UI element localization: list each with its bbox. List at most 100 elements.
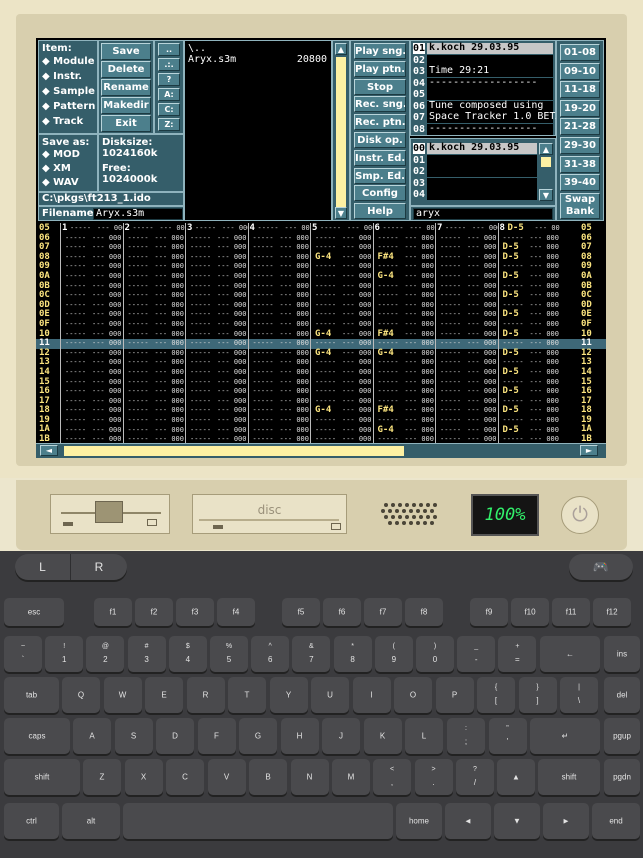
control-rec-sng-button[interactable]: Rec. sng.	[354, 96, 406, 113]
pattern-cell[interactable]: ----- --- 000	[315, 301, 372, 311]
pattern-cell[interactable]: ----- --- 000	[440, 330, 497, 340]
file-item-name[interactable]: Aryx.s3m	[188, 54, 236, 65]
pattern-cell[interactable]: ----- --- 000	[378, 358, 435, 368]
pattern-cell[interactable]: D-5 --- 000	[503, 271, 560, 282]
pattern-cell[interactable]: ----- --- 000	[190, 387, 247, 397]
pattern-cell[interactable]: ----- --- 000	[65, 426, 122, 436]
pattern-cell[interactable]: ----- --- 000	[253, 301, 310, 311]
pattern-cell[interactable]: ----- --- 000	[195, 224, 248, 234]
key-num-5[interactable]: % 5	[210, 636, 248, 672]
channel-1[interactable]: 1-------- 000-------- 000-------- 000---…	[60, 223, 123, 446]
save-as-wav[interactable]: ◆ WAV	[42, 177, 79, 188]
pattern-cell[interactable]: ----- --- 000	[190, 339, 247, 349]
pattern-cell[interactable]: ----- --- 000	[65, 368, 122, 378]
pattern-cell[interactable]: ----- --- 000	[65, 339, 122, 349]
file-list-scrollbar[interactable]: ▲ ▼	[332, 40, 350, 221]
pattern-cell[interactable]: ----- --- 000	[440, 416, 497, 426]
pattern-cell[interactable]: ----- --- 000	[65, 406, 122, 416]
pattern-cell[interactable]: G-4 --- 000	[378, 271, 435, 282]
pattern-cell[interactable]: ----- --- 000	[315, 416, 372, 426]
pattern-cell[interactable]: D-5 --- 000	[503, 367, 560, 378]
control-instr-ed-button[interactable]: Instr. Ed.	[354, 149, 406, 166]
item-option-instr[interactable]: ◆ Instr.	[42, 71, 82, 82]
key-f1[interactable]: f1	[94, 598, 132, 626]
key-y[interactable]: Y	[269, 677, 308, 713]
pattern-cell[interactable]: ----- --- 000	[190, 272, 247, 282]
pattern-cell[interactable]: ----- --- 000	[128, 320, 185, 330]
key-l[interactable]: L	[405, 718, 443, 754]
pattern-cell[interactable]: D-5 --- 000	[508, 223, 561, 234]
pattern-cell[interactable]: ----- --- 000	[440, 262, 497, 272]
pattern-cell[interactable]: D-5 --- 000	[503, 290, 560, 301]
control-play-sng-button[interactable]: Play sng.	[354, 43, 406, 59]
key-f9[interactable]: f9	[470, 598, 508, 626]
pattern-cell[interactable]: ----- --- 000	[128, 426, 185, 436]
pattern-cell[interactable]: ----- --- 000	[378, 310, 435, 320]
pattern-cell[interactable]: ----- --- 000	[65, 234, 122, 244]
pattern-cell[interactable]: ----- --- 000	[440, 368, 497, 378]
control-play-ptn-button[interactable]: Play ptn.	[354, 60, 406, 77]
pattern-cell[interactable]: ----- --- 000	[128, 272, 185, 282]
radio-icon[interactable]: ◆	[42, 149, 53, 160]
pattern-cell[interactable]: ----- --- 000	[128, 406, 185, 416]
pattern-cell[interactable]: ----- --- 000	[65, 378, 122, 388]
pattern-cell[interactable]: ----- --- 000	[253, 378, 310, 388]
pattern-cell[interactable]: ----- --- 000	[315, 234, 372, 244]
drive-button-4[interactable]: C:	[158, 103, 180, 116]
pattern-scrollbar[interactable]: ◄ ►	[36, 443, 606, 458]
pattern-cell[interactable]: ----- --- 000	[65, 358, 122, 368]
pattern-cell[interactable]: ----- --- 000	[378, 368, 435, 378]
pattern-cell[interactable]: ----- --- 000	[128, 378, 185, 388]
pattern-cell[interactable]: ----- --- 000	[190, 426, 247, 436]
key-v[interactable]: V	[207, 759, 246, 795]
pattern-cell[interactable]: ----- --- 000	[253, 253, 310, 263]
key-f[interactable]: F	[197, 718, 236, 754]
key-x[interactable]: X	[124, 759, 163, 795]
item-option-module[interactable]: ◆ Module	[42, 56, 94, 67]
pattern-cell[interactable]: ----- --- 000	[253, 310, 310, 320]
key-alt[interactable]: alt	[62, 803, 120, 839]
pattern-cell[interactable]: ----- --- 000	[440, 291, 497, 301]
delete-button[interactable]: Delete	[101, 61, 151, 78]
pattern-cell[interactable]: ----- --- 000	[378, 282, 435, 292]
key-k[interactable]: K	[363, 718, 402, 754]
key-ctrl[interactable]: ctrl	[4, 803, 59, 839]
key-i[interactable]: I	[352, 677, 391, 713]
bank-button-31-38[interactable]: 31-38	[560, 155, 600, 173]
pattern-cell[interactable]: ----- --- 000	[315, 378, 372, 388]
pattern-cell[interactable]: ----- --- 000	[128, 310, 185, 320]
power-button[interactable]: ⏻	[561, 496, 599, 534]
key-h[interactable]: H	[280, 718, 319, 754]
radio-icon[interactable]: ◆	[42, 116, 53, 127]
pattern-cell[interactable]: ----- --- 000	[440, 234, 497, 244]
control-config-button[interactable]: Config	[354, 185, 406, 202]
pattern-cell[interactable]: D-5 --- 000	[503, 310, 560, 320]
pattern-cell[interactable]: ----- --- 000	[190, 358, 247, 368]
pattern-cell[interactable]: ----- --- 000	[440, 426, 497, 436]
key-num-12[interactable]: + =	[498, 636, 537, 672]
key-f7[interactable]: f7	[364, 598, 402, 626]
scroll-right-icon[interactable]: ►	[580, 445, 598, 456]
key-num-0[interactable]: ~ `	[4, 636, 42, 672]
bank-button-09-10[interactable]: 09-10	[560, 62, 600, 80]
save-as-mod[interactable]: ◆ MOD	[42, 149, 80, 160]
pattern-cell[interactable]: ----- --- 000	[190, 320, 247, 330]
pattern-cell[interactable]: ----- --- 000	[440, 378, 497, 388]
makedir-button[interactable]: Makedir	[101, 97, 151, 114]
key-tab[interactable]: tab	[4, 677, 59, 713]
pattern-cell[interactable]: ----- --- 000	[440, 339, 497, 349]
pattern-cell[interactable]: ----- --- 000	[378, 387, 435, 397]
key-o[interactable]: O	[394, 677, 432, 713]
key-num-7[interactable]: & 7	[292, 636, 331, 672]
pattern-cell[interactable]: ----- --- 000	[65, 282, 122, 292]
pattern-cell[interactable]: ----- --- 000	[190, 378, 247, 388]
pattern-cell[interactable]: ----- --- 000	[128, 349, 185, 359]
floppy-eject-button[interactable]	[147, 519, 157, 526]
pattern-cell[interactable]: ----- --- 000	[440, 387, 497, 397]
key-home[interactable]: home	[396, 803, 442, 839]
key-left-arrow[interactable]: ◄	[445, 803, 491, 839]
key-sym-1[interactable]: >.	[414, 759, 453, 795]
item-option-pattern[interactable]: ◆ Pattern	[42, 101, 95, 112]
key-caps[interactable]: caps	[4, 718, 70, 754]
sample-line-field[interactable]	[427, 189, 537, 200]
